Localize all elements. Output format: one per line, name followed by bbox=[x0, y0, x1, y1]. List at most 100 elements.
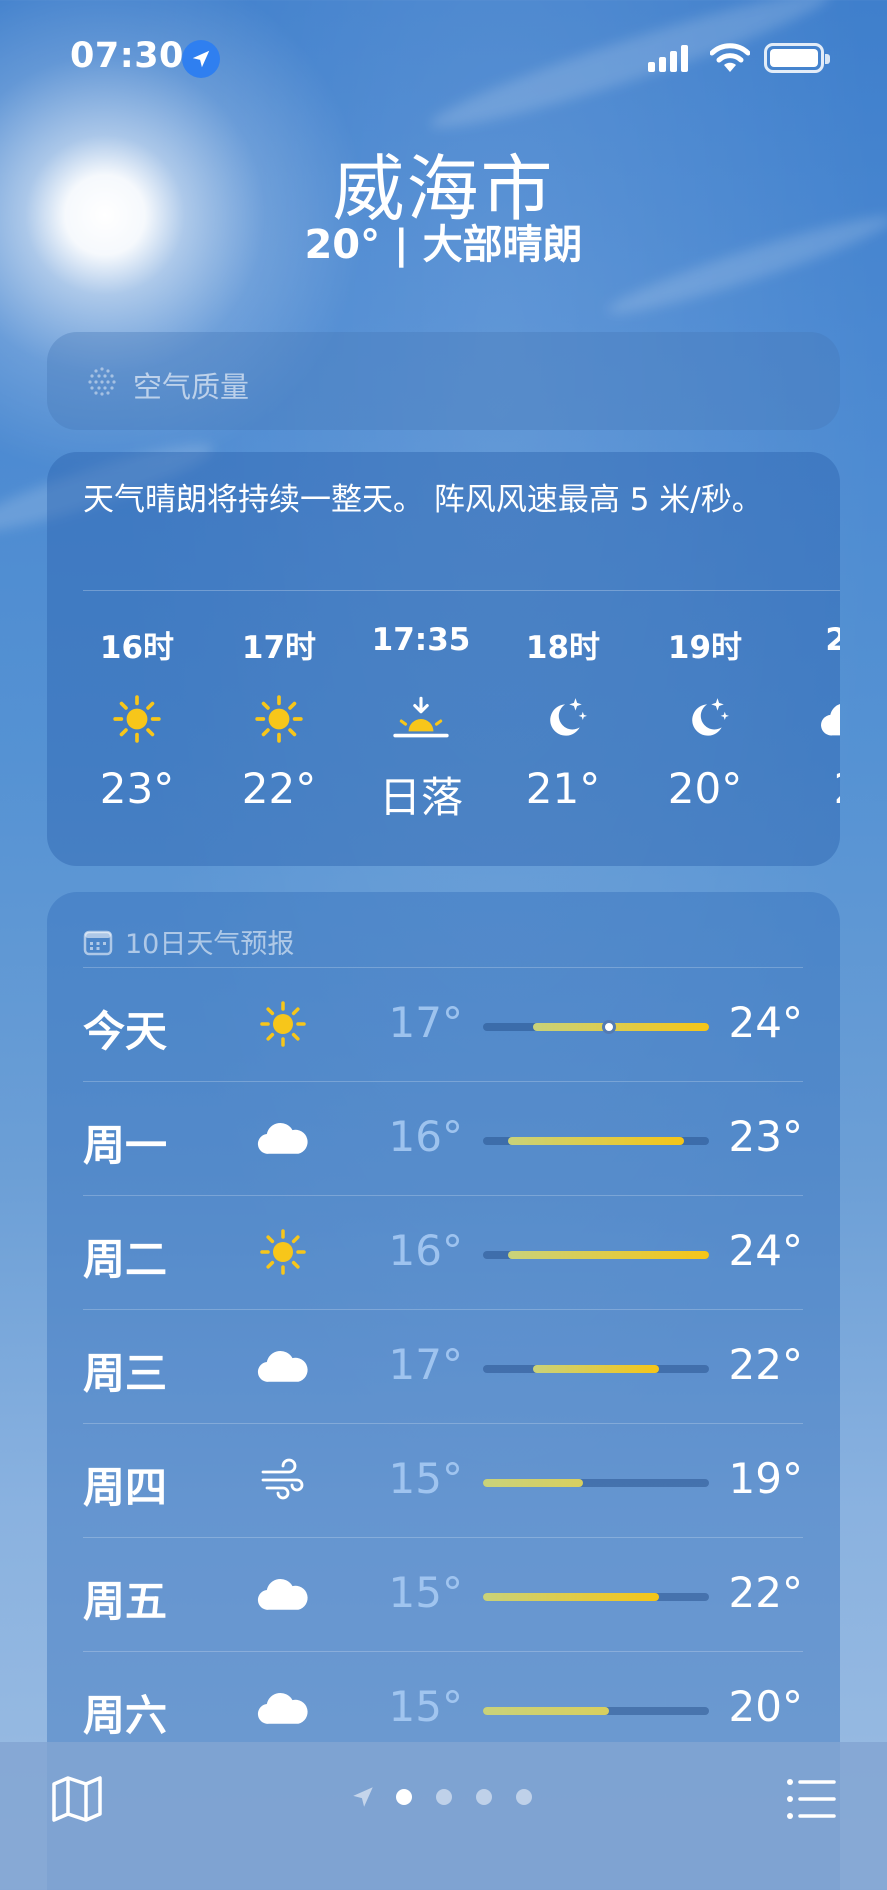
ten-day-header: 10日天气预报 bbox=[83, 922, 294, 961]
sun-icon bbox=[67, 684, 207, 754]
day-high-temp: 20° bbox=[728, 1682, 803, 1731]
day-low-temp: 17° bbox=[388, 998, 463, 1047]
day-name: 周二 bbox=[83, 1235, 168, 1284]
page-dot[interactable] bbox=[396, 1789, 412, 1805]
sun-icon bbox=[253, 996, 313, 1052]
hour-label: 19时 bbox=[667, 630, 743, 666]
divider bbox=[83, 590, 840, 591]
temp-range-bar bbox=[483, 1707, 709, 1715]
pager-dots bbox=[396, 1789, 532, 1805]
temp-range-fill bbox=[508, 1137, 684, 1145]
day-name: 周一 bbox=[83, 1121, 168, 1170]
status-time: 07:30 bbox=[70, 36, 184, 76]
cellular-signal-icon bbox=[648, 44, 688, 72]
hourly-item: 19时 20° bbox=[635, 622, 775, 813]
hourly-item: 20 2 bbox=[777, 622, 840, 813]
cloud-icon bbox=[253, 1566, 313, 1622]
hourly-item: 17:35 日落 bbox=[351, 622, 491, 825]
temp-range-bar bbox=[483, 1137, 709, 1145]
day-high-temp: 23° bbox=[728, 1112, 803, 1161]
sun-icon bbox=[253, 1224, 313, 1280]
sun-icon bbox=[209, 684, 349, 754]
ten-day-title: 10日天气预报 bbox=[125, 929, 295, 960]
page-dot[interactable] bbox=[516, 1789, 532, 1805]
temp-range-fill bbox=[483, 1479, 584, 1487]
day-name: 周三 bbox=[83, 1349, 168, 1398]
temp-range-bar bbox=[483, 1020, 709, 1034]
current-summary: 20° | 大部晴朗 bbox=[304, 222, 583, 268]
hour-label: 20 bbox=[825, 622, 840, 658]
sunset-icon bbox=[351, 684, 491, 754]
calendar-icon bbox=[83, 930, 113, 955]
day-row[interactable]: 今天 17° 24° bbox=[83, 967, 803, 1081]
hour-temp: 20° bbox=[667, 764, 743, 813]
day-name: 周五 bbox=[83, 1577, 168, 1626]
moon-stars-icon bbox=[635, 684, 775, 754]
hour-temp: 23° bbox=[99, 764, 175, 813]
cloud-icon bbox=[253, 1338, 313, 1394]
day-row[interactable]: 周二 16° 24° bbox=[83, 1195, 803, 1309]
hour-label: 16时 bbox=[99, 630, 175, 666]
day-high-temp: 19° bbox=[728, 1454, 803, 1503]
hourly-forecast-card[interactable]: 天气晴朗将持续一整天。 阵风风速最高 5 米/秒。 16时 23° 17时 22… bbox=[47, 452, 840, 866]
day-high-temp: 24° bbox=[728, 998, 803, 1047]
location-arrow-icon bbox=[353, 1787, 373, 1807]
day-row[interactable]: 周一 16° 23° bbox=[83, 1081, 803, 1195]
day-low-temp: 15° bbox=[388, 1568, 463, 1617]
map-icon[interactable] bbox=[50, 1772, 104, 1826]
temp-range-bar bbox=[483, 1593, 709, 1601]
ten-day-forecast-card[interactable]: 10日天气预报 今天 17° 24° 周一 16° 23° 周二 16° 24°… bbox=[47, 892, 840, 1890]
temp-range-fill bbox=[508, 1251, 709, 1259]
temp-range-bar bbox=[483, 1479, 709, 1487]
hour-temp: 日落 bbox=[378, 773, 463, 822]
day-low-temp: 16° bbox=[388, 1226, 463, 1275]
day-high-temp: 22° bbox=[728, 1568, 803, 1617]
cloud-icon bbox=[253, 1110, 313, 1166]
wind-icon bbox=[253, 1452, 313, 1508]
hour-label: 17:35 bbox=[371, 622, 471, 658]
day-row[interactable]: 周五 15° 22° bbox=[83, 1537, 803, 1651]
air-quality-icon bbox=[88, 367, 116, 396]
moon-stars-icon bbox=[493, 684, 633, 754]
temp-range-bar bbox=[483, 1365, 709, 1373]
day-name: 周四 bbox=[83, 1463, 168, 1512]
page-dot[interactable] bbox=[476, 1789, 492, 1805]
hour-label: 17时 bbox=[241, 630, 317, 666]
weather-description: 天气晴朗将持续一整天。 阵风风速最高 5 米/秒。 bbox=[83, 482, 763, 518]
hour-temp: 21° bbox=[525, 764, 601, 813]
temp-range-fill bbox=[533, 1365, 659, 1373]
day-low-temp: 15° bbox=[388, 1454, 463, 1503]
air-quality-label: 空气质量 bbox=[133, 370, 250, 404]
day-low-temp: 16° bbox=[388, 1112, 463, 1161]
page-dot[interactable] bbox=[436, 1789, 452, 1805]
current-temp-marker bbox=[601, 1020, 616, 1034]
day-high-temp: 24° bbox=[728, 1226, 803, 1275]
status-bar: 07:30 bbox=[0, 0, 887, 120]
battery-icon bbox=[764, 43, 830, 73]
day-high-temp: 22° bbox=[728, 1340, 803, 1389]
hour-label: 18时 bbox=[525, 630, 601, 666]
location-arrow-icon bbox=[182, 40, 220, 78]
hourly-item: 18时 21° bbox=[493, 622, 633, 813]
temp-range-fill bbox=[483, 1593, 659, 1601]
cloud-icon bbox=[253, 1680, 313, 1736]
hourly-item: 16时 23° bbox=[67, 622, 207, 813]
bottom-toolbar bbox=[0, 1742, 887, 1890]
wifi-icon bbox=[709, 42, 751, 78]
day-low-temp: 17° bbox=[388, 1340, 463, 1389]
hourly-item: 17时 22° bbox=[209, 622, 349, 813]
day-low-temp: 15° bbox=[388, 1682, 463, 1731]
day-name: 周六 bbox=[83, 1691, 168, 1740]
temp-range-bar bbox=[483, 1251, 709, 1259]
temp-range-fill bbox=[483, 1707, 609, 1715]
air-quality-card[interactable]: 空气质量 bbox=[47, 332, 840, 430]
hour-temp: 2 bbox=[777, 764, 840, 813]
day-name: 今天 bbox=[83, 1007, 168, 1056]
hour-temp: 22° bbox=[241, 764, 317, 813]
day-row[interactable]: 周三 17° 22° bbox=[83, 1309, 803, 1423]
page-indicator[interactable] bbox=[350, 1784, 532, 1810]
list-icon[interactable] bbox=[784, 1772, 838, 1826]
temp-range-fill bbox=[533, 1023, 709, 1031]
day-row[interactable]: 周四 15° 19° bbox=[83, 1423, 803, 1537]
cloud-icon bbox=[777, 684, 840, 754]
